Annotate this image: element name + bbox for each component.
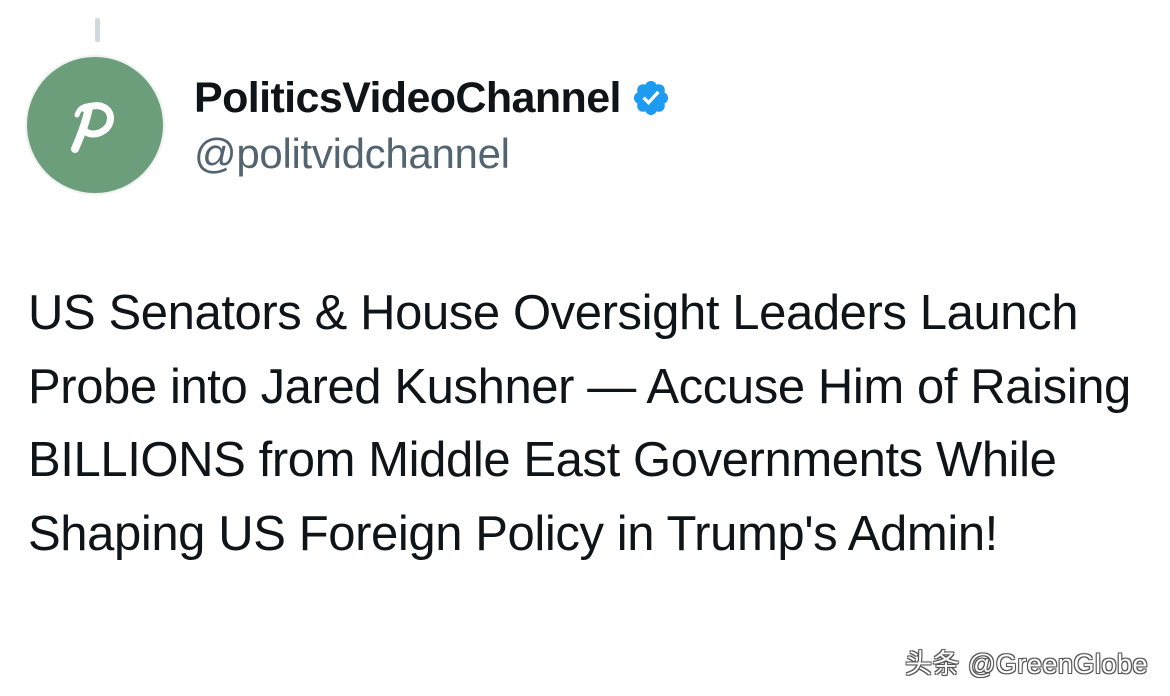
- tweet-body-text: US Senators & House Oversight Leaders La…: [28, 286, 1131, 561]
- author-name-row: PoliticsVideoChannel: [194, 70, 671, 126]
- author-handle[interactable]: @politvidchannel: [194, 130, 510, 178]
- script-p-logo-icon: [71, 102, 114, 153]
- watermark: 头条 @GreenGlobe: [905, 649, 1148, 679]
- verified-badge-icon: [633, 80, 668, 116]
- author-display-name[interactable]: PoliticsVideoChannel: [194, 74, 621, 123]
- avatar[interactable]: [27, 57, 163, 193]
- thread-connector-line: [95, 18, 100, 42]
